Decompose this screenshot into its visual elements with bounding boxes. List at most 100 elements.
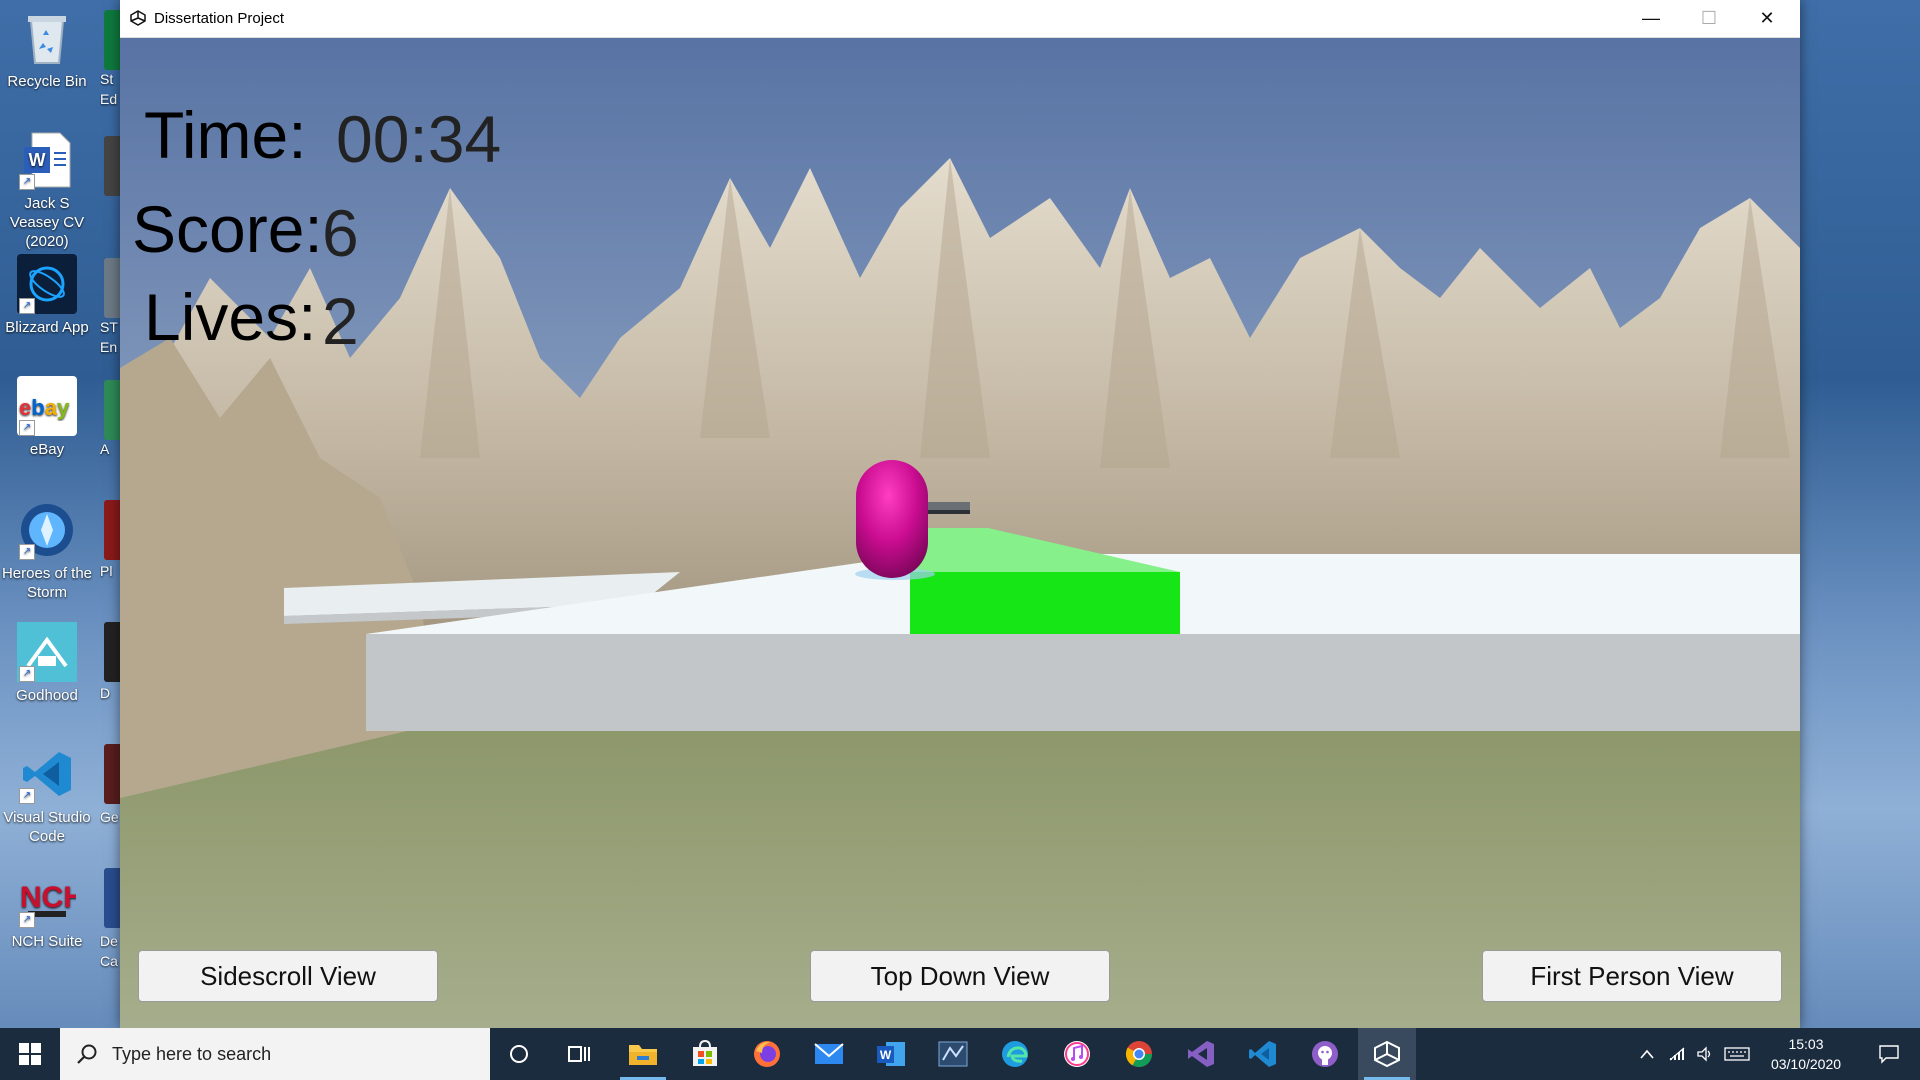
desktop-icon-heroes-of-the-storm[interactable]: ↗ Heroes of the Storm (0, 500, 94, 602)
unity-icon (1374, 1040, 1400, 1068)
heroes-of-the-storm-icon: ↗ (17, 500, 77, 560)
desktop-icon-label: ST (100, 319, 118, 335)
shortcut-arrow-icon: ↗ (19, 788, 35, 804)
vscode-icon (1249, 1041, 1276, 1067)
game-window: Dissertation Project — ☐ ✕ Time: 00:34 S… (120, 0, 1800, 1028)
godhood-icon: ↗ (17, 622, 77, 682)
vscode-icon: ↗ (17, 744, 77, 804)
desktop-icon-label: Godhood (16, 687, 78, 704)
maximize-button[interactable]: ☐ (1680, 0, 1738, 37)
desktop-icon-label: En (100, 339, 118, 355)
cortana-button[interactable] (490, 1028, 548, 1080)
shortcut-arrow-icon: ↗ (19, 298, 35, 314)
top-down-view-button[interactable]: Top Down View (810, 950, 1110, 1002)
desktop-icon-word-cv[interactable]: W ↗ Jack S Veasey CV (2020) (0, 130, 94, 251)
taskbar-app-vscode[interactable] (1234, 1028, 1292, 1080)
taskbar-app-chrome[interactable] (1110, 1028, 1168, 1080)
desktop-icon-label: Blizzard App (5, 319, 89, 336)
cortana-icon (510, 1045, 528, 1063)
svg-text:W: W (29, 150, 46, 170)
desktop-icon-nch-suite[interactable]: NCH ↗ NCH Suite (0, 868, 94, 951)
network-icon (1669, 1047, 1685, 1061)
taskbar-app-edge[interactable] (986, 1028, 1044, 1080)
windows-icon (19, 1043, 41, 1065)
lives-label: Lives: (144, 280, 317, 354)
time-label: Time: (144, 98, 307, 172)
nch-suite-icon: NCH ↗ (17, 868, 77, 928)
desktop-icon-label: Visual Studio Code (3, 809, 91, 845)
desktop-icon-label: Ed (100, 91, 118, 107)
taskbar-app-store[interactable] (676, 1028, 734, 1080)
start-button[interactable] (0, 1028, 60, 1080)
close-button[interactable]: ✕ (1738, 0, 1796, 37)
task-view-icon (568, 1046, 590, 1062)
blizzard-icon: ↗ (17, 254, 77, 314)
desktop-icon-recycle-bin[interactable]: Recycle Bin (0, 8, 94, 91)
tray-overflow-button[interactable] (1634, 1028, 1660, 1080)
itunes-icon (1064, 1041, 1090, 1067)
desktop-icon-label: Jack S Veasey CV (2020) (9, 195, 85, 250)
window-titlebar[interactable]: Dissertation Project — ☐ ✕ (120, 0, 1800, 38)
mail-icon (814, 1043, 844, 1064)
desktop-icon-visual-studio-code[interactable]: ↗ Visual Studio Code (0, 744, 94, 846)
taskbar-app-itunes[interactable] (1048, 1028, 1106, 1080)
taskbar-app-file-explorer[interactable] (614, 1028, 672, 1080)
desktop-icon-ebay[interactable]: ebay ↗ eBay (0, 376, 94, 459)
taskbar-search[interactable]: Type here to search (60, 1028, 490, 1080)
svg-text:ebay: ebay (19, 395, 70, 420)
github-icon (1312, 1041, 1338, 1067)
sidescroll-view-button[interactable]: Sidescroll View (138, 950, 438, 1002)
chrome-icon (1125, 1041, 1153, 1068)
window-title: Dissertation Project (154, 10, 285, 27)
unity-icon (130, 10, 146, 26)
score-label: Score: (132, 192, 323, 266)
svg-text:NCH: NCH (20, 881, 76, 914)
player-capsule (856, 460, 928, 578)
desktop-icon-label: Ca (100, 953, 118, 969)
recycle-bin-icon (17, 8, 77, 68)
word-icon: W (877, 1042, 905, 1066)
ebay-icon: ebay ↗ (17, 376, 77, 436)
desktop-icon-label: De (100, 933, 118, 949)
shortcut-arrow-icon: ↗ (19, 666, 35, 682)
search-icon (77, 1044, 97, 1064)
action-center-button[interactable] (1866, 1028, 1912, 1080)
task-view-button[interactable] (550, 1028, 608, 1080)
notification-icon (1879, 1045, 1899, 1064)
shortcut-arrow-icon: ↗ (19, 420, 35, 436)
shortcut-arrow-icon: ↗ (19, 544, 35, 560)
desktop-icon-label: Ge (100, 809, 119, 825)
desktop-icon-label: A (100, 441, 110, 457)
desktop-icon-blizzard-app[interactable]: ↗ Blizzard App (0, 254, 94, 337)
score-value: 6 (322, 196, 359, 270)
game-viewport[interactable]: Time: 00:34 Score: 6 Lives: 2 Sidescroll… (120, 38, 1800, 1028)
svg-text:W: W (880, 1048, 892, 1062)
volume-button[interactable] (1692, 1028, 1718, 1080)
taskbar-app-firefox[interactable] (738, 1028, 796, 1080)
keyboard-button[interactable] (1722, 1028, 1752, 1080)
taskbar: Type here to search W 15:03 03/10/2020 (0, 1028, 1920, 1080)
desktop-icon-label: Pl (100, 563, 113, 579)
shortcut-arrow-icon: ↗ (19, 174, 35, 190)
desktop-icon-label: Recycle Bin (7, 73, 87, 90)
taskbar-app-unity[interactable] (1358, 1028, 1416, 1080)
word-document-icon: W ↗ (17, 130, 77, 190)
taskbar-app-visual-studio[interactable] (1172, 1028, 1230, 1080)
desktop-icon-godhood[interactable]: ↗ Godhood (0, 622, 94, 705)
desktop-icon-label: NCH Suite (11, 933, 83, 950)
store-icon (693, 1040, 717, 1066)
taskbar-app-word[interactable]: W (862, 1028, 920, 1080)
chevron-up-icon (1640, 1049, 1654, 1059)
folder-icon (629, 1045, 657, 1065)
taskbar-app-github[interactable] (1296, 1028, 1354, 1080)
firefox-icon (754, 1041, 780, 1067)
taskbar-clock[interactable]: 15:03 03/10/2020 (1752, 1034, 1860, 1074)
time-value: 00:34 (336, 102, 502, 176)
minimize-button[interactable]: — (1622, 0, 1680, 37)
taskbar-app-sql-studio[interactable] (924, 1028, 982, 1080)
taskbar-app-mail[interactable] (800, 1028, 858, 1080)
desktop-icon-label: eBay (29, 441, 65, 458)
first-person-view-button[interactable]: First Person View (1482, 950, 1782, 1002)
game-scene (120, 38, 1800, 1028)
network-button[interactable] (1664, 1028, 1690, 1080)
